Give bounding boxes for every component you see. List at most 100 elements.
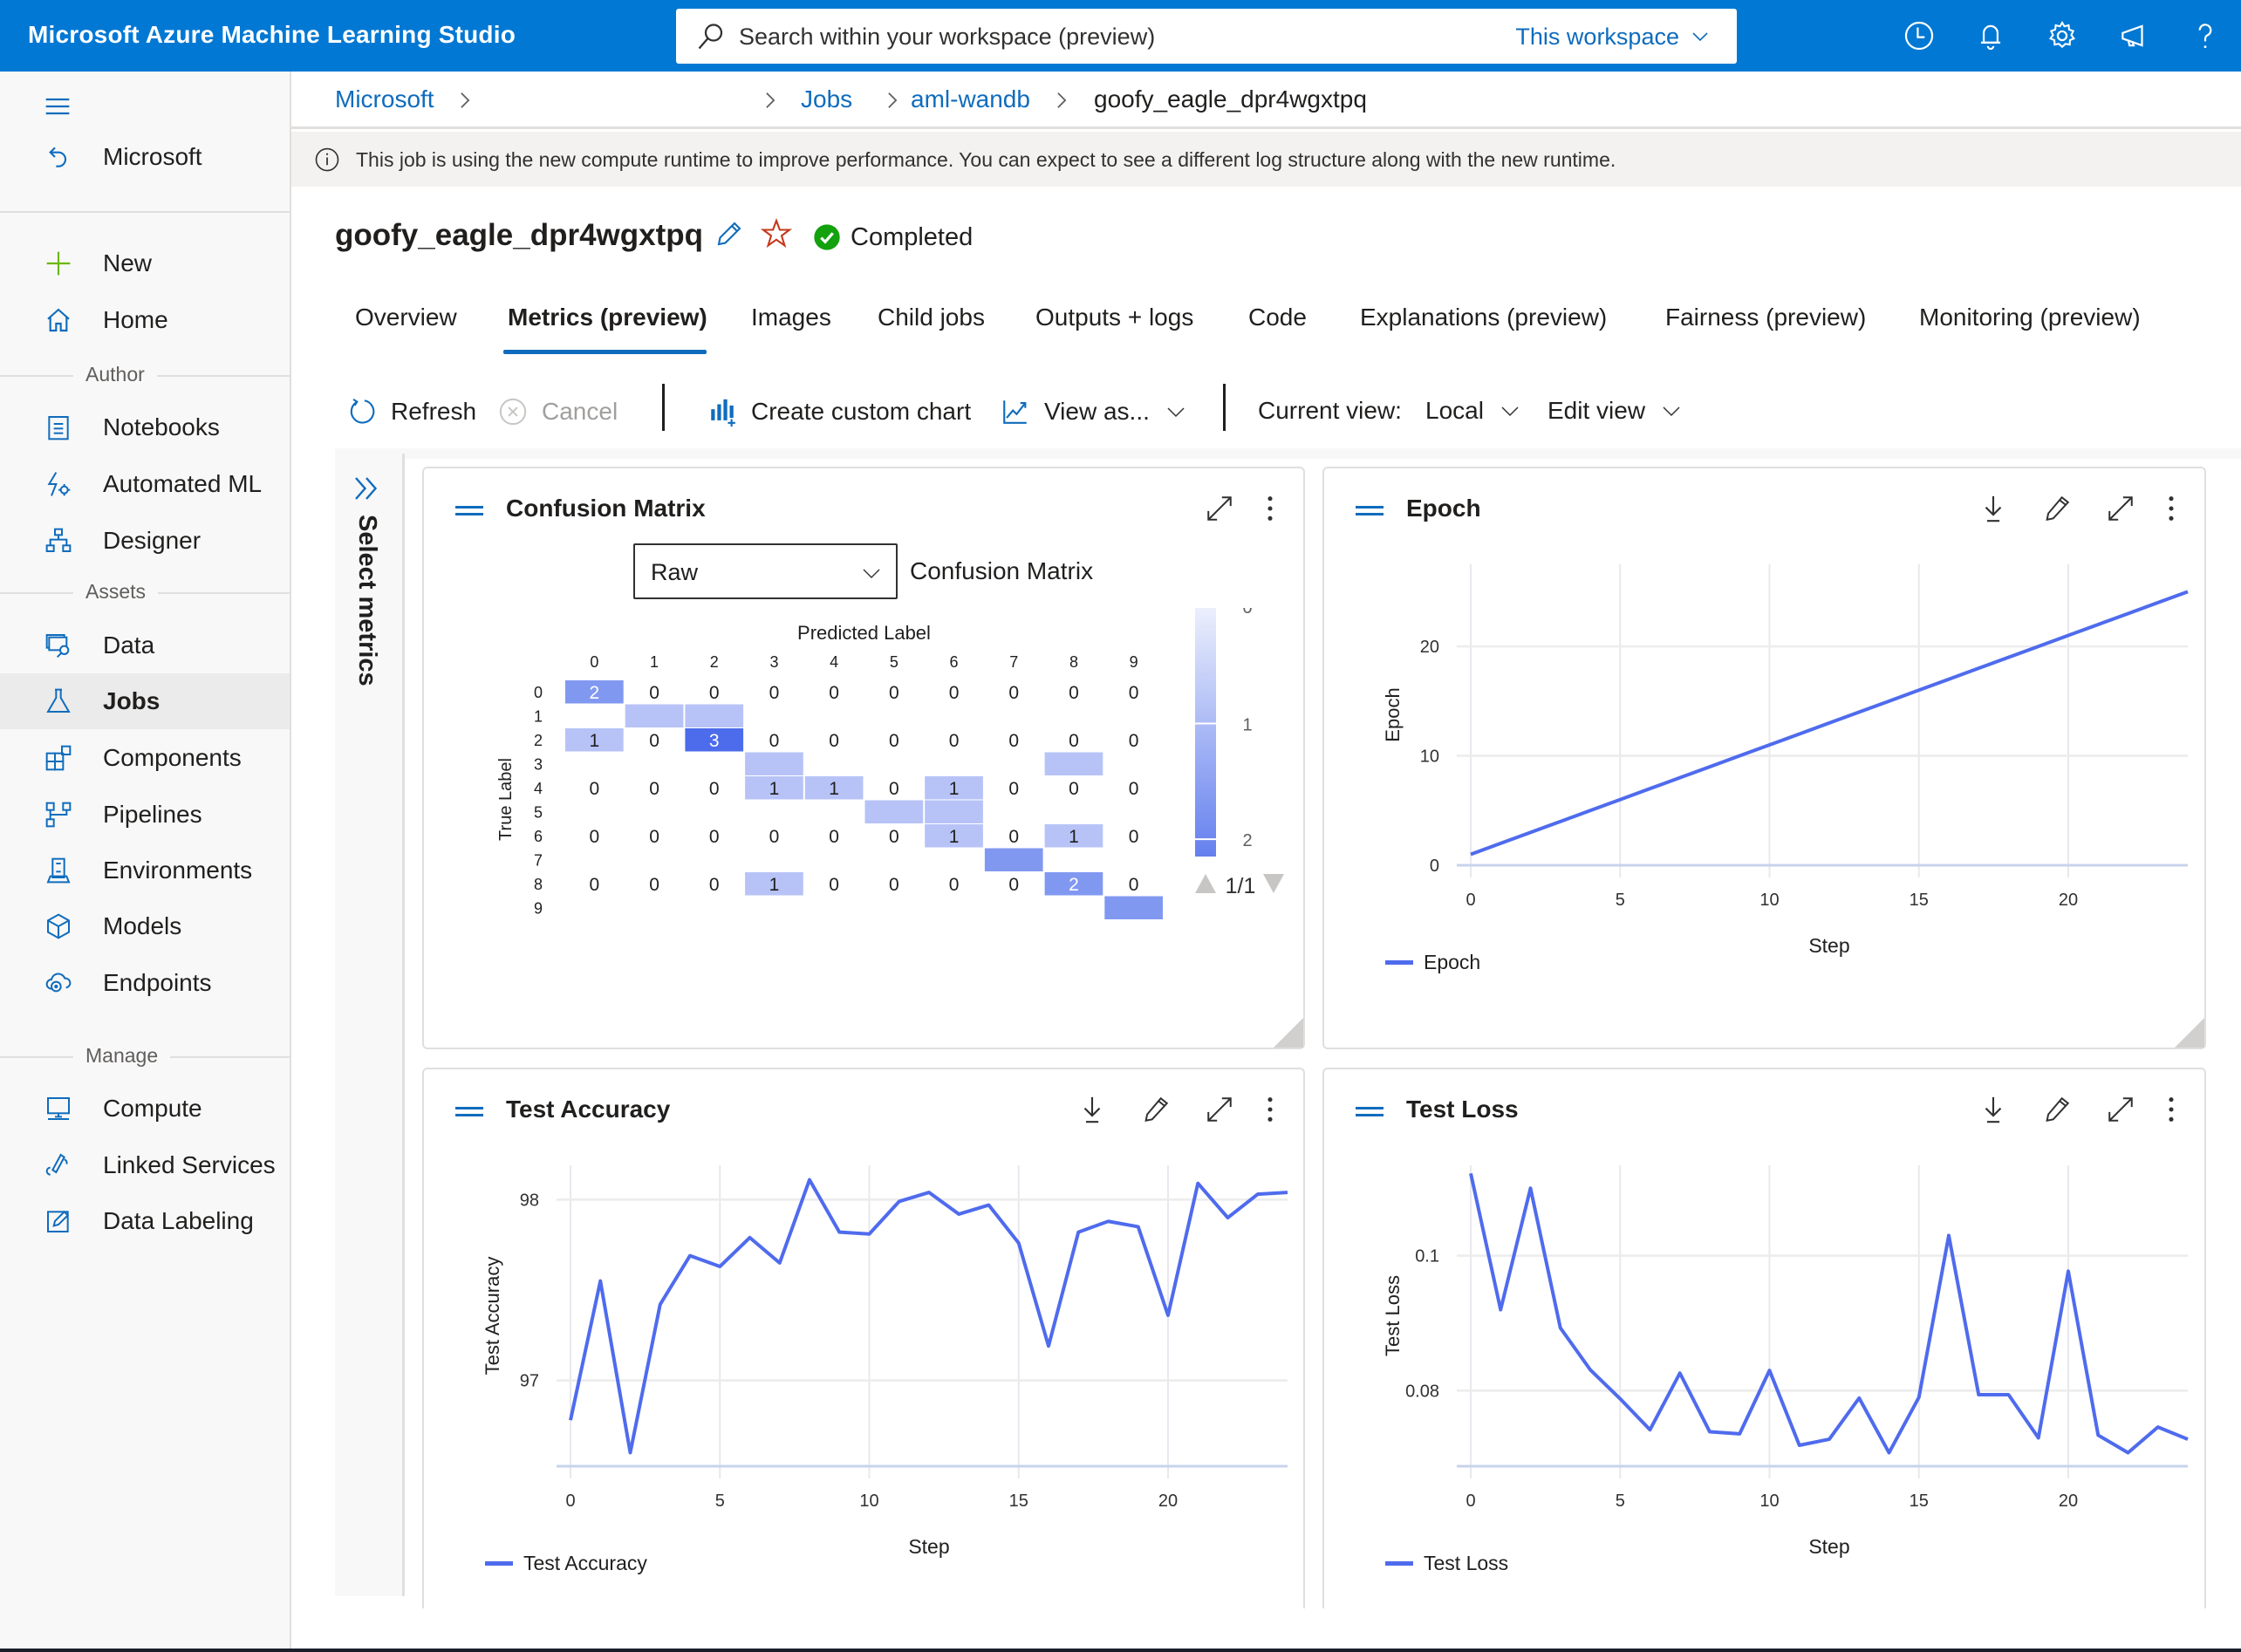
create-custom-chart-button[interactable]: Create custom chart (707, 397, 971, 427)
tab-code[interactable]: Code (1248, 304, 1307, 331)
expand-panel-icon[interactable] (351, 473, 382, 504)
notifications-button[interactable] (1955, 0, 2026, 72)
tab-monitoring[interactable]: Monitoring (preview) (1919, 304, 2141, 331)
bottom-edge (0, 1649, 2241, 1652)
chevron-down-icon (1501, 406, 1519, 417)
sidebar-workspace-back[interactable]: Microsoft (0, 129, 290, 185)
expand-button[interactable] (1204, 491, 1235, 526)
view-as-dropdown[interactable]: View as... (1001, 397, 1186, 427)
heatmap-cell (1104, 896, 1163, 919)
expand-button[interactable] (1204, 1092, 1235, 1127)
feedback-button[interactable] (2098, 0, 2169, 72)
app-title[interactable]: Microsoft Azure Machine Learning Studio (28, 21, 516, 49)
cell-value: 0 (889, 875, 899, 895)
sidebar-item-automated-ml[interactable]: Automated ML (0, 456, 290, 512)
chart-legend[interactable]: Test Accuracy (485, 1552, 647, 1575)
y-tick-label: 6 (534, 828, 543, 845)
cell-value: 0 (1069, 683, 1079, 703)
drag-handle-icon[interactable] (455, 1106, 483, 1118)
sidebar-item-data[interactable]: Data (0, 618, 290, 673)
pipelines-icon (45, 802, 72, 828)
y-tick-label: 98 (520, 1191, 539, 1210)
breadcrumb-jobs[interactable]: Jobs (801, 85, 852, 113)
more-vertical-icon (2169, 496, 2174, 521)
sidebar-item-jobs[interactable]: Jobs (0, 673, 290, 729)
sidebar-item-home[interactable]: Home (0, 292, 290, 348)
settings-button[interactable] (2026, 0, 2098, 72)
search-scope-dropdown[interactable]: This workspace (1515, 24, 1679, 51)
chart-legend[interactable]: Test Loss (1385, 1552, 1508, 1575)
sidebar-item-components[interactable]: Components (0, 730, 290, 786)
resize-handle-icon[interactable] (1274, 1018, 1303, 1048)
more-options-button[interactable] (1254, 1092, 1286, 1127)
sidebar-item-new[interactable]: New (0, 236, 290, 291)
favorite-star-icon[interactable] (761, 218, 792, 249)
history-button[interactable] (1883, 0, 1955, 72)
chart-legend[interactable]: Epoch (1385, 951, 1480, 974)
expand-button[interactable] (2105, 1092, 2136, 1127)
cell-value: 0 (590, 875, 600, 895)
help-icon (2198, 24, 2212, 49)
tab-overview[interactable]: Overview (355, 304, 457, 331)
cell-value: 0 (949, 875, 960, 895)
edit-view-dropdown[interactable]: Edit view (1548, 397, 1682, 425)
tab-images[interactable]: Images (751, 304, 831, 331)
search-box[interactable]: Search within your workspace (preview) T… (676, 9, 1737, 64)
edit-chart-button[interactable] (2041, 491, 2073, 526)
more-options-button[interactable] (2156, 491, 2187, 526)
sidebar-item-notebooks[interactable]: Notebooks (0, 399, 290, 455)
help-button[interactable] (2169, 0, 2241, 72)
chevron-right-icon (766, 92, 775, 108)
sidebar-item-environments[interactable]: Environments (0, 843, 290, 898)
sidebar-item-label: Compute (103, 1095, 202, 1122)
breadcrumb-workspace[interactable]: Microsoft (335, 85, 434, 113)
download-button[interactable] (1076, 1092, 1108, 1127)
y-tick-label: 20 (1420, 638, 1439, 657)
hamburger-menu-icon[interactable] (44, 92, 72, 120)
select-metrics-panel[interactable]: Select metrics (335, 454, 405, 1596)
current-view-dropdown[interactable]: Local (1425, 397, 1520, 425)
sidebar-item-linked-services[interactable]: Linked Services (0, 1137, 290, 1193)
drag-handle-icon[interactable] (1356, 1106, 1384, 1118)
x-tick-label: 7 (1009, 653, 1018, 671)
matrix-mode-select[interactable]: Raw (633, 543, 898, 599)
chevron-down-icon (863, 569, 880, 578)
download-button[interactable] (1978, 491, 2009, 526)
tab-metrics[interactable]: Metrics (preview) (508, 304, 707, 331)
resize-handle-icon[interactable] (2175, 1018, 2204, 1048)
drag-handle-icon[interactable] (455, 505, 483, 517)
sidebar-item-label: Environments (103, 857, 253, 884)
sidebar: Microsoft New Home Author Notebooks Auto… (0, 72, 291, 1652)
expand-button[interactable] (2105, 491, 2136, 526)
tab-child-jobs[interactable]: Child jobs (878, 304, 985, 331)
more-options-button[interactable] (2156, 1092, 2187, 1127)
sidebar-section-assets-label: Assets (0, 580, 290, 606)
sidebar-item-data-labeling[interactable]: Data Labeling (0, 1193, 290, 1249)
more-options-button[interactable] (1254, 491, 1286, 526)
sidebar-item-label: Components (103, 744, 242, 771)
tab-fairness[interactable]: Fairness (preview) (1665, 304, 1866, 331)
tab-explanations[interactable]: Explanations (preview) (1360, 304, 1607, 331)
sidebar-item-compute[interactable]: Compute (0, 1081, 290, 1137)
matrix-mode-value: Raw (651, 559, 699, 585)
sidebar-item-endpoints[interactable]: Endpoints (0, 955, 290, 1011)
more-vertical-icon (2169, 1097, 2174, 1122)
cell-value: 0 (829, 875, 839, 895)
search-input[interactable]: Search within your workspace (preview) (739, 24, 1155, 51)
edit-name-icon[interactable] (714, 218, 745, 249)
drag-handle-icon[interactable] (1356, 505, 1384, 517)
edit-chart-button[interactable] (2041, 1092, 2073, 1127)
refresh-button[interactable]: Refresh (347, 397, 476, 427)
breadcrumb-experiment[interactable]: aml-wandb (911, 85, 1030, 113)
flask-icon (46, 688, 71, 713)
legend-swatch (485, 1561, 513, 1566)
card-title: Epoch (1406, 495, 1481, 522)
tab-outputs-logs[interactable]: Outputs + logs (1035, 304, 1193, 331)
matrix-select-label: Confusion Matrix (910, 557, 1094, 584)
linked-services-icon (45, 1153, 68, 1176)
sidebar-item-models[interactable]: Models (0, 898, 290, 954)
download-button[interactable] (1978, 1092, 2009, 1127)
edit-chart-button[interactable] (1140, 1092, 1172, 1127)
sidebar-item-pipelines[interactable]: Pipelines (0, 787, 290, 843)
cancel-button[interactable]: Cancel (498, 397, 618, 427)
